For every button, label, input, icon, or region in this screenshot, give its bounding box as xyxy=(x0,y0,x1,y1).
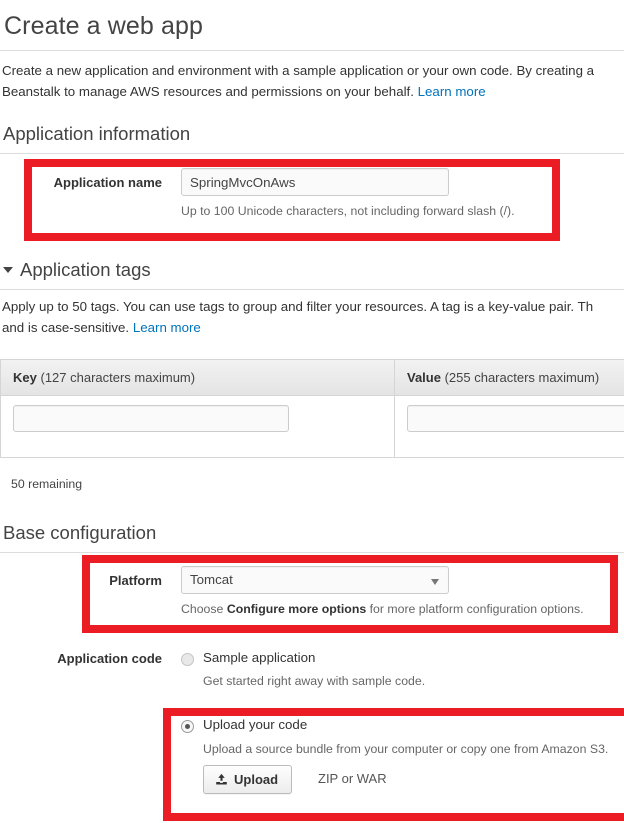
application-code-label: Application code xyxy=(57,651,162,666)
page-title: Create a web app xyxy=(4,12,203,40)
learn-more-link-tags[interactable]: Learn more xyxy=(133,320,201,335)
application-information-divider xyxy=(0,153,624,154)
tags-table-body xyxy=(1,396,624,457)
radio-upload-your-code[interactable] xyxy=(181,720,194,733)
base-configuration-divider xyxy=(0,552,624,553)
caret-down-icon xyxy=(3,267,13,273)
platform-hint-post: for more platform configuration options. xyxy=(366,602,584,616)
option-sample-application-sub: Get started right away with sample code. xyxy=(203,674,426,688)
tags-remaining-count: 50 remaining xyxy=(11,477,83,491)
tags-column-key-note: (127 characters maximum) xyxy=(40,370,196,385)
intro-line-2: Beanstalk to manage AWS resources and pe… xyxy=(2,84,414,99)
intro-line-1: Create a new application and environment… xyxy=(2,63,595,78)
option-sample-application-label: Sample application xyxy=(203,650,316,665)
platform-hint: Choose Configure more options for more p… xyxy=(181,602,584,616)
platform-row: Platform Tomcat Choose Configure more op… xyxy=(0,566,624,624)
radio-sample-application[interactable] xyxy=(181,653,194,666)
tags-table-header-row: Key (127 characters maximum) Value (255 … xyxy=(1,360,624,396)
tags-table: Key (127 characters maximum) Value (255 … xyxy=(0,359,624,458)
option-upload-your-code-label: Upload your code xyxy=(203,717,308,732)
tags-cell-value xyxy=(395,396,624,457)
application-name-row: Application name Up to 100 Unicode chara… xyxy=(0,168,624,228)
application-tags-description: Apply up to 50 tags. You can use tags to… xyxy=(2,296,593,338)
chevron-down-icon xyxy=(431,579,439,585)
application-tags-divider xyxy=(0,289,624,290)
platform-select-value: Tomcat xyxy=(190,572,233,587)
platform-select[interactable]: Tomcat xyxy=(181,566,449,594)
base-configuration-section: Base configuration xyxy=(0,521,624,553)
platform-hint-bold: Configure more options xyxy=(226,602,367,616)
upload-formats-text: ZIP or WAR xyxy=(318,771,387,786)
intro-line-2-wrap: Beanstalk to manage AWS resources and pe… xyxy=(2,81,624,102)
application-tags-section: Application tags xyxy=(0,258,624,290)
tags-column-key-title: Key xyxy=(13,370,37,385)
tags-desc-line-1: Apply up to 50 tags. You can use tags to… xyxy=(2,299,594,314)
page-intro: Create a new application and environment… xyxy=(0,51,624,102)
upload-button-label: Upload xyxy=(234,772,279,787)
tags-table-head: Key (127 characters maximum) Value (255 … xyxy=(1,360,624,396)
tags-column-key: Key (127 characters maximum) xyxy=(1,360,395,396)
base-configuration-heading: Base configuration xyxy=(3,522,157,543)
tag-value-input[interactable] xyxy=(407,405,624,432)
tags-cell-key xyxy=(1,396,395,457)
tag-key-input[interactable] xyxy=(13,405,289,432)
platform-label: Platform xyxy=(109,573,162,588)
application-name-hint: Up to 100 Unicode characters, not includ… xyxy=(181,204,515,218)
tags-desc-line-2: and is case-sensitive. xyxy=(2,320,130,335)
create-web-app-page: Create a web app Create a new applicatio… xyxy=(0,0,624,823)
tags-column-value: Value (255 characters maximum) xyxy=(395,360,624,396)
application-information-section: Application information xyxy=(0,122,624,154)
table-row xyxy=(1,396,624,457)
option-upload-your-code-sub: Upload a source bundle from your compute… xyxy=(203,742,609,756)
platform-hint-pre: Choose xyxy=(181,602,227,616)
application-tags-heading: Application tags xyxy=(20,259,151,280)
application-information-heading: Application information xyxy=(3,123,191,144)
application-name-label: Application name xyxy=(53,175,162,190)
learn-more-link-intro[interactable]: Learn more xyxy=(418,84,486,99)
upload-button[interactable]: Upload xyxy=(203,765,293,794)
application-tags-toggle[interactable]: Application tags xyxy=(0,258,624,282)
upload-icon xyxy=(216,773,227,785)
tags-column-value-note: (255 characters maximum) xyxy=(444,370,600,385)
tags-column-value-title: Value xyxy=(407,370,441,385)
application-name-input[interactable] xyxy=(181,168,449,196)
